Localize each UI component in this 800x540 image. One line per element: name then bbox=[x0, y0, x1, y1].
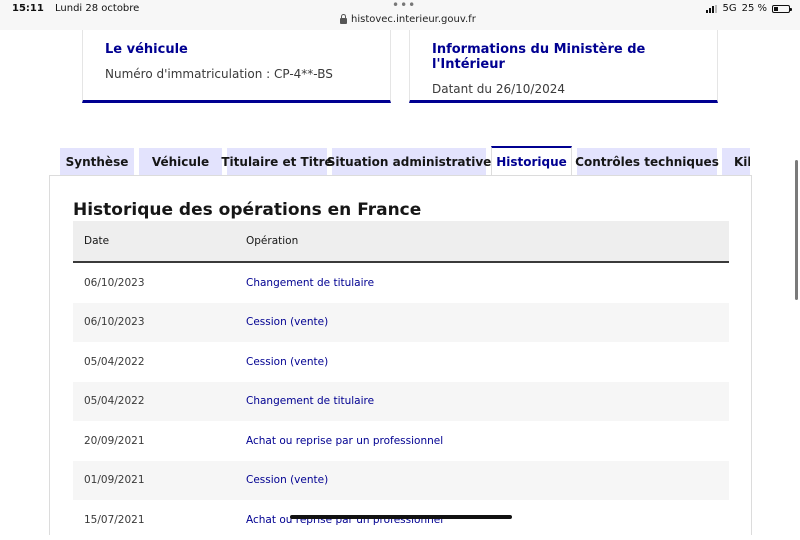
table-row: 06/10/2023 Cession (vente) bbox=[73, 302, 729, 342]
row-date: 01/09/2021 bbox=[73, 460, 246, 500]
scrollbar[interactable] bbox=[795, 160, 798, 300]
card-title: Informations du Ministère de l'Intérieur bbox=[432, 42, 646, 72]
table-row: 05/04/2022 Changement de titulaire bbox=[73, 381, 729, 421]
row-operation-link[interactable]: Changement de titulaire bbox=[246, 381, 729, 421]
tab-bar: Synthèse Véhicule Titulaire et Titre Sit… bbox=[60, 146, 750, 175]
more-icon[interactable]: ••• bbox=[392, 0, 416, 12]
history-table: Date Opération 06/10/2023 Changement de … bbox=[73, 221, 729, 540]
row-date: 05/04/2022 bbox=[73, 381, 246, 421]
status-bar: 15:11 Lundi 28 octobre ••• histovec.inte… bbox=[0, 0, 800, 30]
clock: 15:11 bbox=[12, 3, 44, 14]
row-operation-link[interactable]: Changement de titulaire bbox=[246, 262, 729, 303]
column-header-operation: Opération bbox=[246, 221, 729, 263]
table-row: 05/04/2022 Cession (vente) bbox=[73, 342, 729, 382]
row-operation-link[interactable]: Cession (vente) bbox=[246, 342, 729, 382]
card-text: Datant du 26/10/2024 bbox=[432, 82, 565, 96]
date: Lundi 28 octobre bbox=[55, 3, 140, 14]
row-date: 05/04/2022 bbox=[84, 355, 145, 368]
tab-titulaire-et-titre[interactable]: Titulaire et Titre bbox=[221, 148, 333, 175]
tab-situation-administrative[interactable]: Situation administrative bbox=[327, 148, 491, 175]
column-header-date: Date bbox=[73, 221, 246, 263]
row-date: 06/10/2023 bbox=[73, 302, 246, 342]
table-row: 01/09/2021 Cession (vente) bbox=[73, 460, 729, 500]
lock-icon bbox=[340, 13, 347, 24]
tab-synthese[interactable]: Synthèse bbox=[60, 148, 134, 175]
card-text: Numéro d'immatriculation : CP-4**-BS bbox=[105, 67, 333, 81]
address-bar[interactable]: histovec.interieur.gouv.fr bbox=[340, 13, 476, 25]
table-row: 15/07/2021 Achat ou reprise par un profe… bbox=[73, 500, 729, 540]
ministry-info-card: Informations du Ministère de l'Intérieur… bbox=[409, 30, 718, 103]
history-panel: Historique des opérations en France Date… bbox=[49, 175, 752, 535]
row-date: 15/07/2021 bbox=[84, 513, 145, 526]
tab-historique[interactable]: Historique bbox=[491, 146, 572, 175]
vehicle-card: Le véhicule Numéro d'immatriculation : C… bbox=[82, 30, 391, 103]
row-operation-link[interactable]: Achat ou reprise par un professionnel bbox=[246, 500, 729, 540]
signal-icon bbox=[706, 4, 718, 13]
url-text: histovec.interieur.gouv.fr bbox=[351, 14, 476, 25]
status-indicators: 5G 25 % bbox=[706, 3, 792, 14]
row-operation-link[interactable]: Achat ou reprise par un professionnel bbox=[246, 421, 729, 461]
table-row: 06/10/2023 Changement de titulaire bbox=[73, 262, 729, 303]
table-header-row: Date Opération bbox=[73, 221, 729, 263]
row-operation-link[interactable]: Cession (vente) bbox=[246, 460, 729, 500]
tab-vehicule[interactable]: Véhicule bbox=[139, 148, 222, 175]
home-indicator[interactable] bbox=[290, 515, 512, 519]
network-label: 5G bbox=[722, 3, 737, 14]
tab-kilometrage[interactable]: Kil bbox=[722, 148, 750, 175]
card-title: Le véhicule bbox=[105, 42, 188, 57]
row-operation-link[interactable]: Cession (vente) bbox=[246, 302, 729, 342]
row-date: 20/09/2021 bbox=[84, 434, 145, 447]
battery-icon bbox=[772, 4, 792, 13]
tab-controles-techniques[interactable]: Contrôles techniques bbox=[575, 148, 719, 175]
table-row: 20/09/2021 Achat ou reprise par un profe… bbox=[73, 421, 729, 461]
section-title: Historique des opérations en France bbox=[73, 200, 422, 220]
row-date: 06/10/2023 bbox=[84, 276, 145, 289]
battery-label: 25 % bbox=[741, 3, 767, 14]
